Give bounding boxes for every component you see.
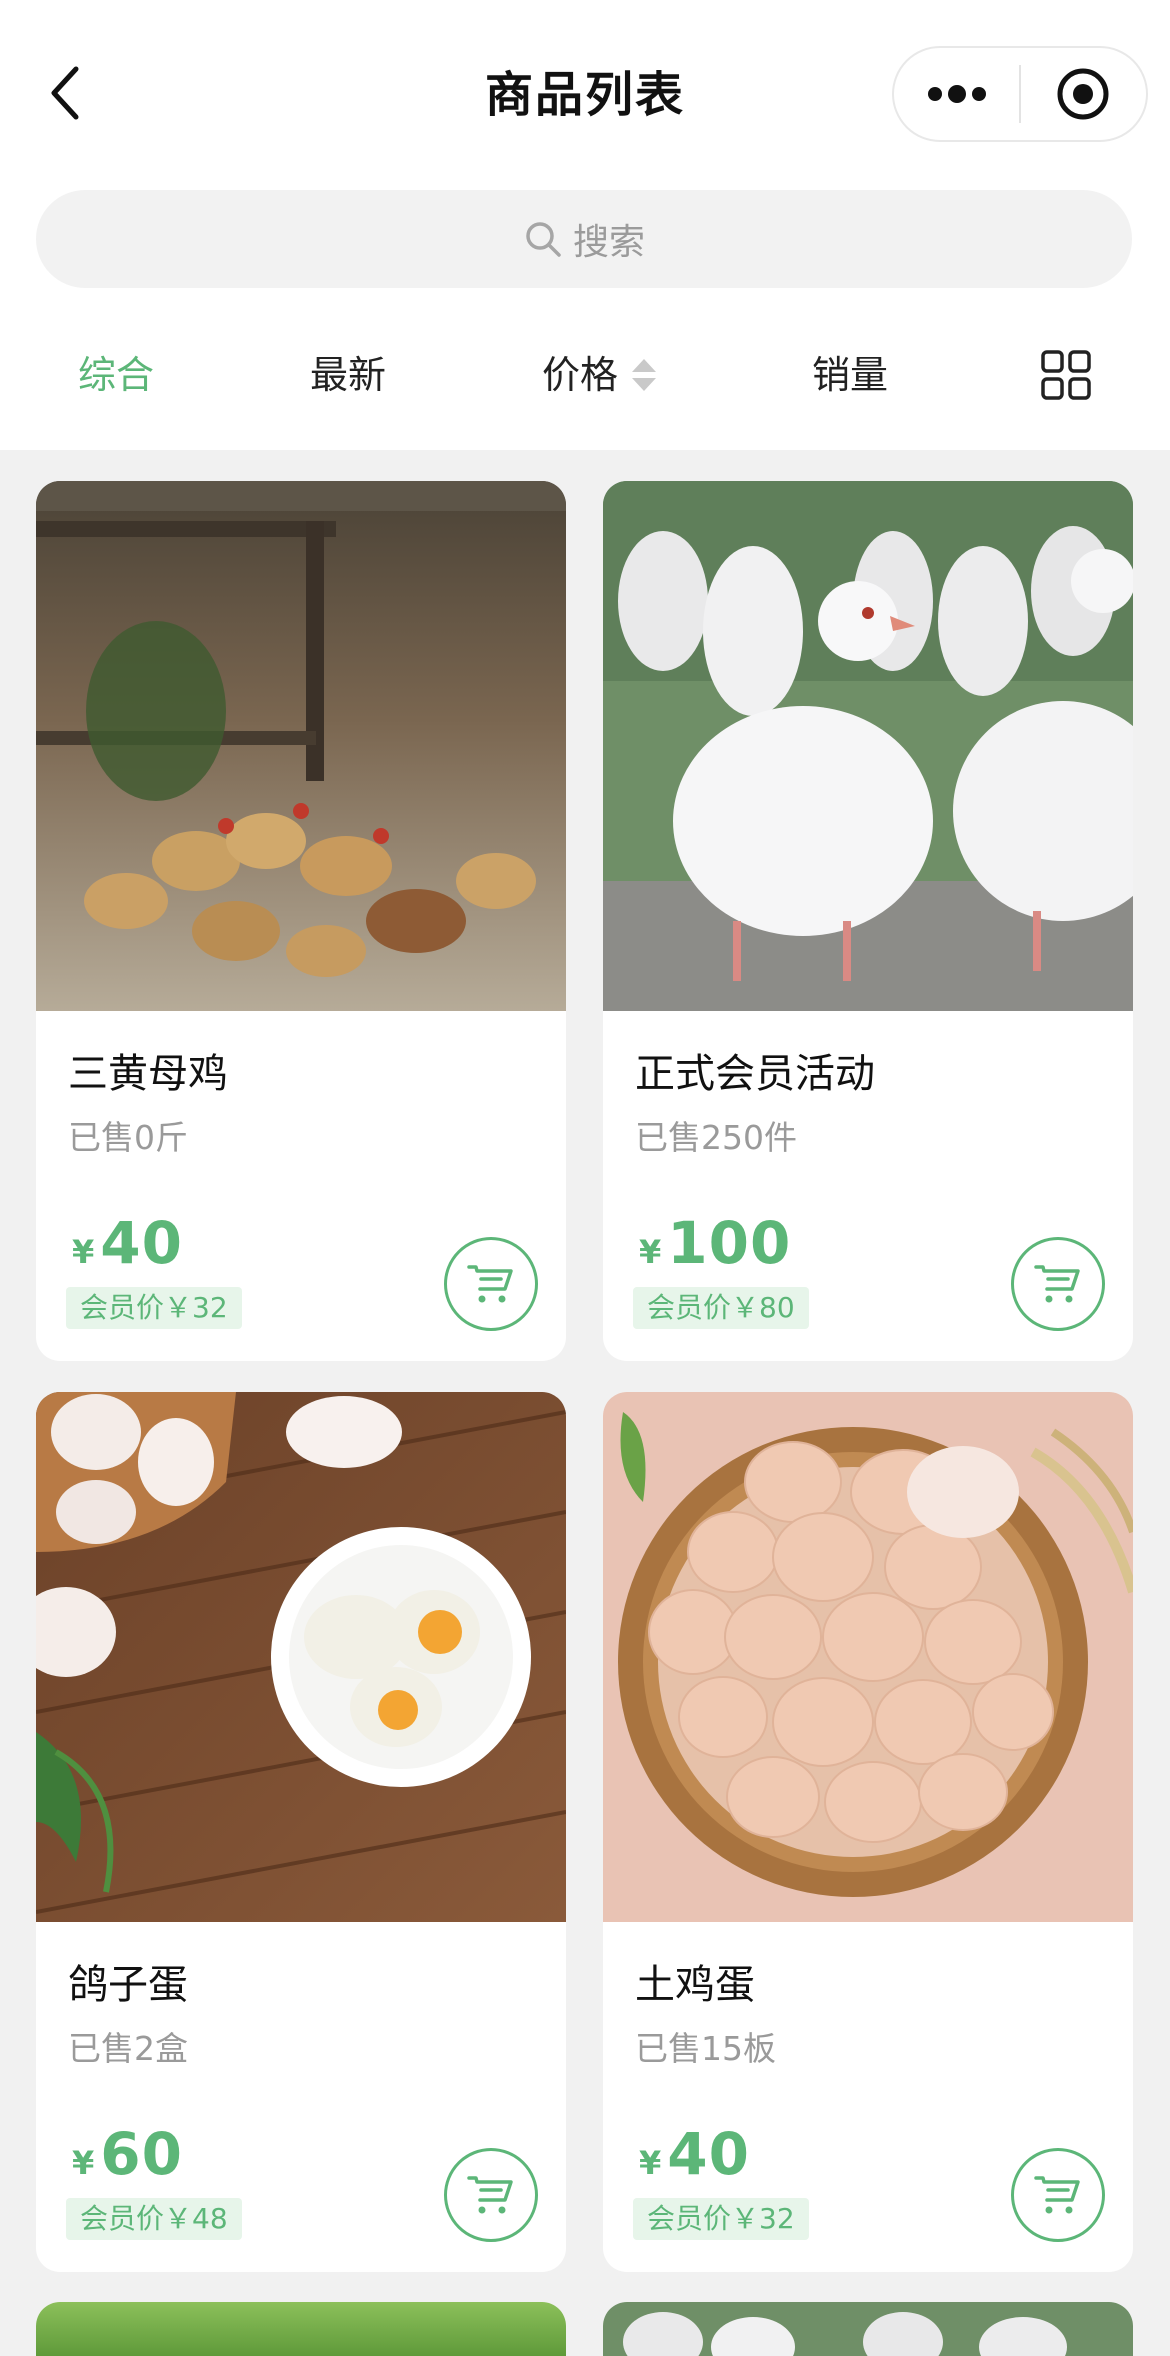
product-price: ¥ 40 — [639, 2120, 750, 2188]
tab-newest[interactable]: 最新 — [310, 320, 386, 430]
product-price: ¥ 40 — [72, 1209, 183, 1277]
grid-view-toggle[interactable] — [1040, 320, 1092, 430]
search-placeholder: 搜索 — [572, 222, 645, 263]
grass-photo — [36, 2302, 566, 2356]
pigeons-photo — [603, 2302, 1133, 2356]
tab-label: 销量 — [812, 353, 889, 397]
product-price: ¥ 100 — [639, 1209, 791, 1277]
cart-icon — [1034, 2176, 1080, 2214]
product-card[interactable]: 土鸡蛋 已售15板 ¥ 40 会员价￥32 — [603, 1392, 1133, 2272]
add-to-cart-button[interactable] — [444, 2148, 538, 2242]
tab-comprehensive[interactable]: 综合 — [78, 320, 154, 430]
product-card[interactable]: 三黄母鸡 已售0斤 ¥ 40 会员价￥32 — [36, 481, 566, 1361]
product-card-partial[interactable] — [603, 2302, 1133, 2356]
tab-price[interactable]: 价格 — [542, 320, 657, 430]
product-card-partial[interactable] — [36, 2302, 566, 2356]
product-name: 鸽子蛋 — [68, 1962, 188, 2008]
pigeon-eggs-photo[interactable] — [36, 1392, 566, 1922]
filter-tabs: 综合 最新 价格 销量 — [0, 320, 1170, 430]
cart-icon — [1034, 1265, 1080, 1303]
product-name: 土鸡蛋 — [635, 1962, 755, 2008]
product-name: 三黄母鸡 — [68, 1051, 228, 1097]
member-price-badge: 会员价￥48 — [66, 2198, 242, 2240]
cart-icon — [467, 2176, 513, 2214]
add-to-cart-button[interactable] — [444, 1237, 538, 1331]
tab-label: 综合 — [78, 353, 155, 397]
tab-sales[interactable]: 销量 — [812, 320, 888, 430]
product-card[interactable]: 鸽子蛋 已售2盒 ¥ 60 会员价￥48 — [36, 1392, 566, 2272]
product-price: ¥ 60 — [72, 2120, 183, 2188]
currency-symbol: ¥ — [72, 2144, 95, 2182]
white-pigeons-photo[interactable] — [603, 481, 1133, 1011]
price-value: 60 — [100, 2120, 183, 2188]
chickens-photo[interactable] — [36, 481, 566, 1011]
grid-view-icon — [1041, 350, 1091, 400]
target-close-icon — [1057, 68, 1109, 120]
member-price-badge: 会员价￥32 — [633, 2198, 809, 2240]
add-to-cart-button[interactable] — [1011, 1237, 1105, 1331]
product-sold-count: 已售0斤 — [68, 1118, 188, 1157]
product-sold-count: 已售15板 — [635, 2029, 776, 2068]
basket-of-eggs-photo[interactable] — [603, 1392, 1133, 1922]
cart-icon — [467, 1265, 513, 1303]
product-card[interactable]: 正式会员活动 已售250件 ¥ 100 会员价￥80 — [603, 481, 1133, 1361]
currency-symbol: ¥ — [72, 1233, 95, 1271]
currency-symbol: ¥ — [639, 2144, 662, 2182]
top-bar: 商品列表 搜索 综合 最新 价格 销量 — [0, 0, 1170, 450]
product-name: 正式会员活动 — [635, 1051, 875, 1097]
more-dots-icon — [927, 85, 986, 103]
search-icon — [526, 222, 561, 257]
tab-label: 价格 — [542, 353, 619, 397]
price-value: 40 — [100, 1209, 183, 1277]
more-button[interactable] — [894, 48, 1019, 140]
product-sold-count: 已售2盒 — [68, 2029, 188, 2068]
price-value: 40 — [667, 2120, 750, 2188]
sort-arrows-icon — [632, 359, 657, 391]
close-button[interactable] — [1021, 48, 1146, 140]
add-to-cart-button[interactable] — [1011, 2148, 1105, 2242]
member-price-badge: 会员价￥32 — [66, 1287, 242, 1329]
member-price-badge: 会员价￥80 — [633, 1287, 809, 1329]
price-value: 100 — [667, 1209, 792, 1277]
product-sold-count: 已售250件 — [635, 1118, 797, 1157]
currency-symbol: ¥ — [639, 1233, 662, 1271]
mini-program-capsule — [892, 46, 1148, 142]
search-bar[interactable]: 搜索 — [36, 190, 1132, 288]
tab-label: 最新 — [310, 353, 387, 397]
